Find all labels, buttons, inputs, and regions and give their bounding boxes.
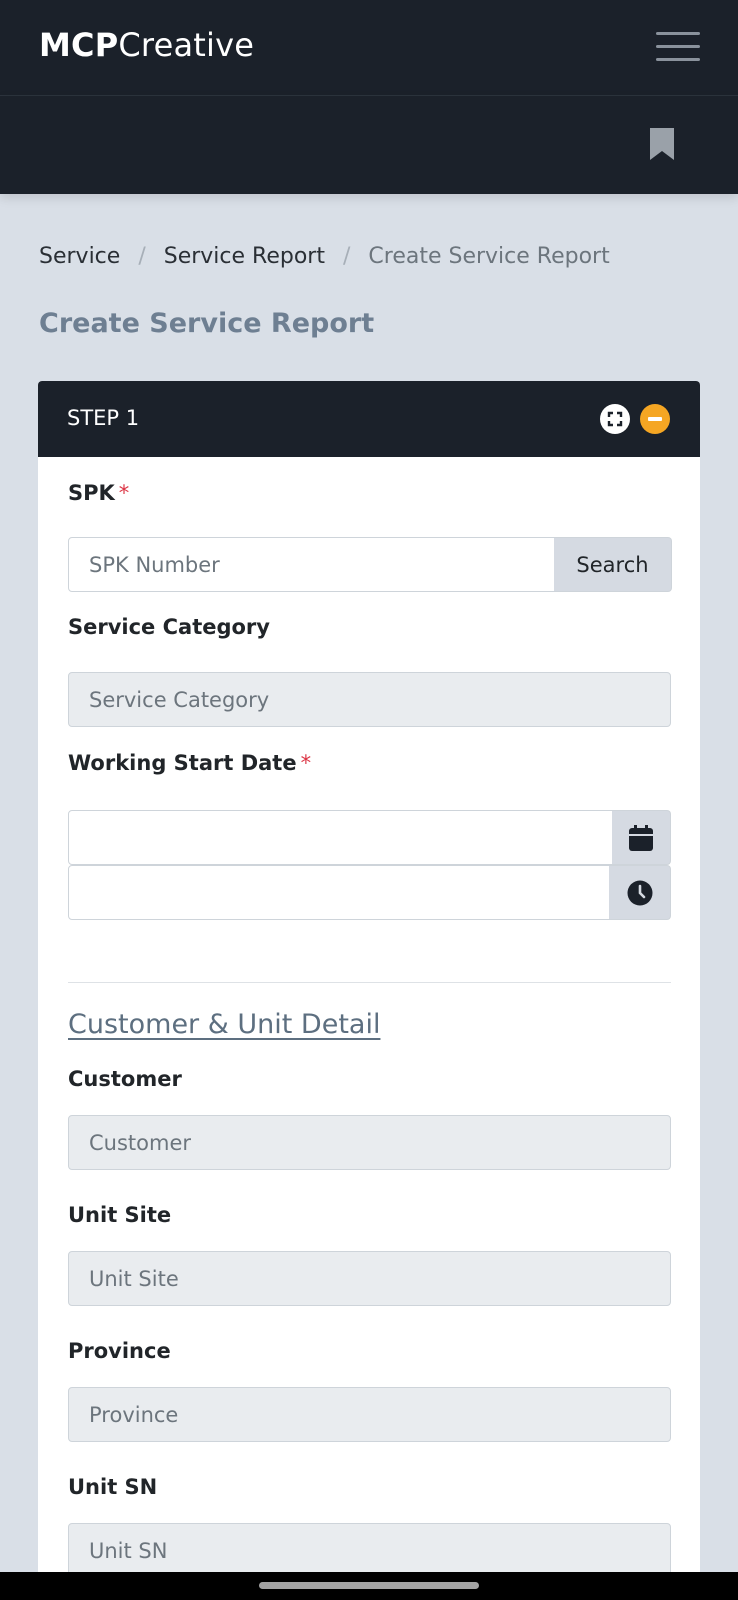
breadcrumb-item-current: Create Service Report (368, 244, 610, 269)
working-start-date-label: Working Start Date * (68, 751, 311, 775)
service-category-label: Service Category (68, 615, 270, 639)
unit-site-field (68, 1251, 671, 1306)
card-header: STEP 1 (38, 381, 700, 457)
collapse-button[interactable] (640, 404, 670, 434)
top-navbar: MCPCreative (0, 0, 738, 96)
page-title: Create Service Report (39, 308, 375, 339)
unit-sn-label: Unit SN (68, 1475, 158, 1499)
search-button[interactable]: Search (554, 537, 672, 592)
time-picker-button[interactable] (609, 865, 671, 920)
customer-unit-detail-link[interactable]: Customer & Unit Detail (68, 1009, 380, 1040)
brand-logo[interactable]: MCPCreative (39, 26, 254, 64)
time-input[interactable] (68, 865, 610, 920)
required-mark: * (300, 751, 312, 775)
card-title: STEP 1 (67, 406, 140, 430)
breadcrumb-item-service-report[interactable]: Service Report (164, 244, 325, 269)
system-navigation-bar (0, 1572, 738, 1600)
section-divider (68, 982, 671, 983)
expand-button[interactable] (600, 404, 630, 434)
brand-bold-text: MCP (39, 26, 119, 64)
home-gesture-pill[interactable] (259, 1582, 479, 1589)
expand-icon (607, 411, 623, 427)
customer-label: Customer (68, 1067, 182, 1091)
clock-icon (627, 880, 652, 905)
spk-label: SPK * (68, 481, 129, 505)
breadcrumb: Service / Service Report / Create Servic… (39, 244, 610, 269)
service-category-field (68, 672, 671, 727)
unit-sn-field (68, 1523, 671, 1578)
spk-number-input[interactable] (68, 537, 555, 592)
working-start-date-label-text: Working Start Date (68, 751, 297, 775)
date-input[interactable] (68, 810, 613, 865)
breadcrumb-separator: / (138, 244, 146, 269)
bookmark-icon[interactable] (650, 128, 674, 160)
province-label: Province (68, 1339, 171, 1363)
unit-site-label: Unit Site (68, 1203, 172, 1227)
breadcrumb-item-service[interactable]: Service (39, 244, 120, 269)
brand-regular-text: Creative (118, 26, 255, 64)
spk-label-text: SPK (68, 481, 115, 505)
calendar-icon (629, 824, 653, 851)
sub-navbar (0, 96, 738, 194)
step-card: STEP 1 SPK* Search Service Category Work… (38, 381, 700, 1600)
breadcrumb-separator: / (342, 244, 351, 269)
province-field (68, 1387, 671, 1442)
date-picker-button[interactable] (612, 810, 671, 865)
required-mark: * (118, 481, 130, 505)
hamburger-menu-icon[interactable] (656, 32, 700, 62)
customer-field (68, 1115, 671, 1170)
